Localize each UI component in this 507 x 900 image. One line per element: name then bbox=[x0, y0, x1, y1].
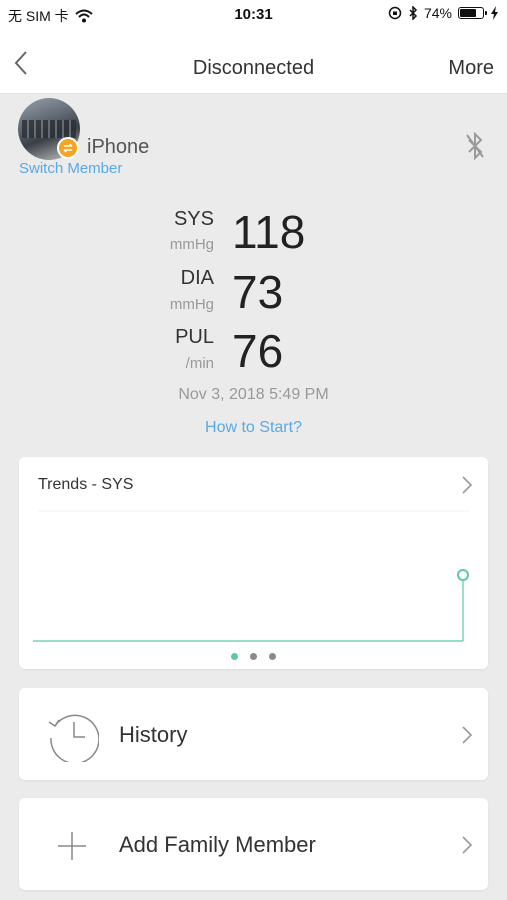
pul-label: PUL bbox=[175, 326, 214, 348]
plus-icon bbox=[58, 832, 86, 860]
add-family-member-row[interactable]: Add Family Member bbox=[19, 798, 488, 890]
trends-card[interactable]: Trends - SYS bbox=[19, 457, 488, 669]
more-button[interactable]: More bbox=[448, 57, 494, 80]
status-right: 74% bbox=[388, 5, 499, 21]
page-dot[interactable] bbox=[250, 653, 257, 660]
history-clock-icon bbox=[48, 714, 99, 762]
dia-value: 73 bbox=[232, 266, 284, 318]
navigation-bar: Disconnected More bbox=[0, 30, 507, 94]
dia-unit: mmHg bbox=[169, 296, 214, 313]
trend-chart bbox=[33, 510, 470, 642]
status-bar: 无 SIM 卡 10:31 74% bbox=[0, 0, 507, 30]
history-label: History bbox=[119, 722, 188, 747]
member-name: iPhone bbox=[87, 136, 150, 158]
how-to-start-link[interactable]: How to Start? bbox=[0, 419, 507, 437]
page-dot[interactable] bbox=[231, 653, 238, 660]
measurement-timestamp: Nov 3, 2018 5:49 PM bbox=[178, 386, 329, 403]
dia-label: DIA bbox=[180, 267, 214, 289]
bluetooth-disabled-icon[interactable] bbox=[463, 132, 487, 160]
charging-icon bbox=[491, 6, 498, 20]
chevron-right-icon bbox=[462, 726, 473, 744]
trend-point bbox=[457, 569, 469, 581]
pul-unit: /min bbox=[185, 355, 214, 372]
history-row[interactable]: History bbox=[19, 688, 488, 780]
sys-value: 118 bbox=[232, 206, 306, 258]
switch-member-icon[interactable] bbox=[57, 137, 79, 159]
page-dot[interactable] bbox=[269, 653, 276, 660]
page-indicator bbox=[19, 653, 488, 660]
battery-percent: 74% bbox=[423, 5, 452, 21]
avatar-photo bbox=[22, 120, 76, 138]
bluetooth-status-icon bbox=[409, 6, 418, 20]
switch-member-link[interactable]: Switch Member bbox=[19, 160, 122, 177]
add-family-member-label: Add Family Member bbox=[119, 832, 316, 857]
page-title: Disconnected bbox=[192, 57, 315, 79]
orientation-lock-icon bbox=[388, 6, 402, 20]
sys-label: SYS bbox=[173, 208, 214, 230]
battery-icon bbox=[458, 7, 487, 19]
pul-value: 76 bbox=[232, 325, 284, 377]
sys-unit: mmHg bbox=[169, 236, 214, 253]
chevron-right-icon bbox=[462, 836, 473, 854]
battery-fill bbox=[460, 9, 476, 17]
